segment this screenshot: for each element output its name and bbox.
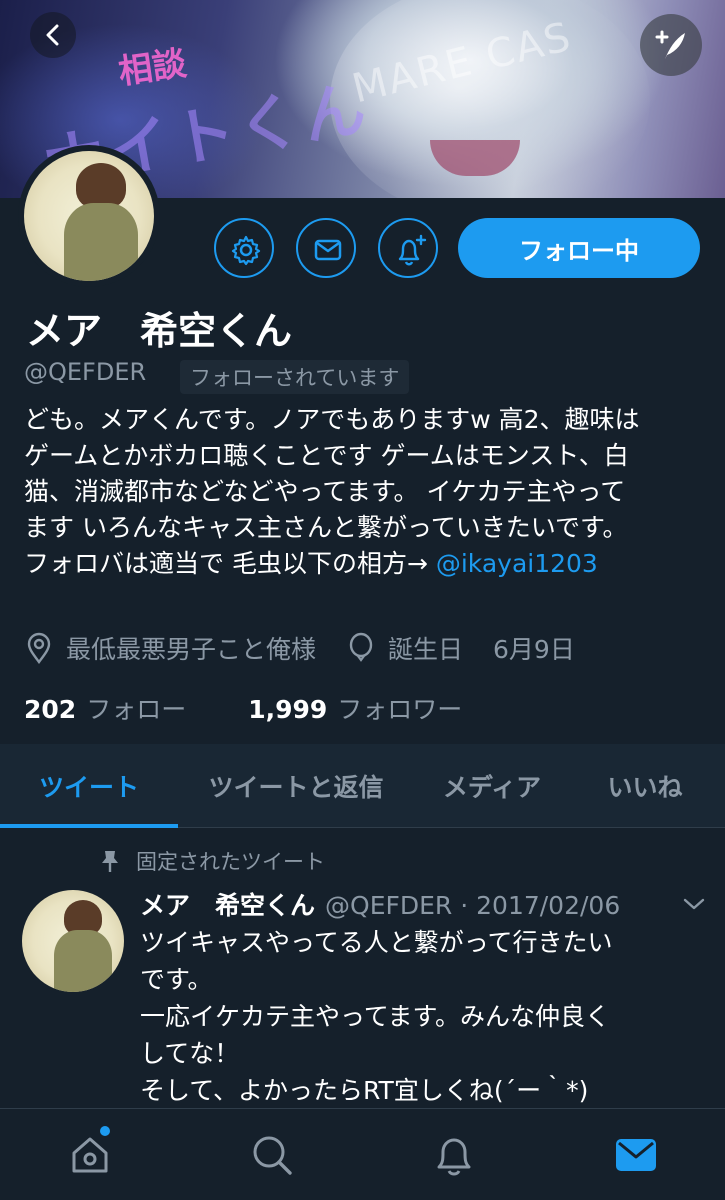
settings-button[interactable] [214, 218, 274, 278]
profile-tabs: ツイート ツイートと返信 メディア いいね [0, 744, 725, 828]
bio-line-last: フォロバは適当で 毛虫以下の相方→ @ikayai1203 [24, 546, 704, 582]
tweet-avatar-art-body [54, 930, 112, 992]
followers-label: フォロワー [337, 695, 463, 724]
bio-line: ゲームとかボカロ聴くことです ゲームはモンスト、白 [24, 441, 629, 470]
home-unread-dot [100, 1126, 110, 1136]
tweet-meta: @QEFDER · 2017/02/06 [325, 891, 621, 920]
home-icon[interactable] [66, 1131, 114, 1179]
tweet-line: 一応イケカテ主やってます。みんな仲良く [140, 1002, 611, 1031]
envelope-icon [314, 239, 342, 261]
tweet-avatar[interactable] [22, 890, 124, 992]
tweet-line: そして、よかったらRT宜しくね(´ー｀*) [140, 1076, 589, 1105]
tab-likes[interactable]: いいね [580, 744, 710, 828]
tweet-header: メア 希空くん @QEFDER · 2017/02/06 [140, 886, 620, 922]
following-stat[interactable]: 202 フォロー [24, 690, 186, 726]
tab-media[interactable]: メディア [420, 744, 564, 828]
profile-handle: @QEFDER [24, 358, 147, 386]
location-pin-icon [27, 632, 51, 664]
gear-icon [231, 235, 261, 266]
follow-stats: 202 フォロー 1,999 フォロワー [24, 690, 462, 726]
balloon-icon [349, 632, 373, 662]
active-tab-indicator [0, 824, 178, 828]
pinned-label-text: 固定されたツイート [136, 850, 325, 874]
tweet-line: してな！ [140, 1039, 240, 1068]
chevron-left-icon [46, 24, 59, 46]
following-label: フォロー [86, 695, 187, 724]
following-button[interactable]: フォロー中 [458, 218, 700, 278]
tweet-line: ツイキャスやってる人と繋がって行きたい [140, 928, 613, 957]
profile-avatar-frame [18, 145, 160, 287]
pinned-tweet-label: 固定されたツイート [100, 846, 325, 876]
bio-mention-link[interactable]: @ikayai1203 [436, 549, 598, 578]
tab-tweets-and-replies[interactable]: ツイートと返信 [188, 744, 404, 828]
bell-plus-icon [398, 234, 427, 266]
profile-meta: 最低最悪男子こと俺様 誕生日 6月9日 [24, 630, 575, 666]
message-button[interactable] [296, 218, 356, 278]
notifications-toggle-button[interactable] [378, 218, 438, 278]
avatar-art-body [64, 203, 138, 281]
chevron-down-icon[interactable] [682, 896, 706, 912]
avatar[interactable] [24, 151, 154, 281]
compose-button[interactable] [640, 14, 702, 76]
bio-text: フォロバは適当で 毛虫以下の相方→ [24, 549, 436, 578]
bottom-navigation [0, 1108, 725, 1200]
bio-line: ども。メアくんです。ノアでもありますw 高2、趣味は [24, 405, 640, 434]
bio-line: ます いろんなキャス主さんと繋がっていきたいです。 [24, 513, 628, 542]
mail-icon[interactable] [612, 1131, 660, 1179]
banner-kanji-text: 相談 [116, 43, 189, 93]
tweet-line: です。 [140, 965, 213, 994]
profile-bio: ども。メアくんです。ノアでもありますw 高2、趣味は ゲームとかボカロ聴くことで… [24, 402, 704, 582]
tweet-body[interactable]: ツイキャスやってる人と繋がって行きたい です。 一応イケカテ主やってます。みんな… [140, 924, 700, 1109]
follows-you-badge: フォローされています [180, 360, 410, 394]
bio-line: 猫、消滅都市などなどやってます。 イケカテ主やって [24, 477, 626, 506]
tweet-author-name: メア 希空くん [140, 891, 316, 920]
pin-icon [102, 851, 118, 872]
birthday-label: 誕生日 [388, 635, 464, 664]
profile-birthday: 6月9日 [493, 635, 575, 664]
back-button[interactable] [30, 12, 76, 58]
followers-stat[interactable]: 1,999 フォロワー [248, 690, 462, 726]
search-icon[interactable] [248, 1131, 296, 1179]
followers-count: 1,999 [248, 695, 328, 724]
bell-icon[interactable] [430, 1131, 478, 1179]
profile-display-name: メア 希空くん [26, 309, 293, 353]
compose-quill-icon [655, 30, 685, 59]
following-count: 202 [24, 695, 77, 724]
profile-location: 最低最悪男子こと俺様 [66, 635, 317, 664]
tab-tweets[interactable]: ツイート [0, 744, 178, 828]
